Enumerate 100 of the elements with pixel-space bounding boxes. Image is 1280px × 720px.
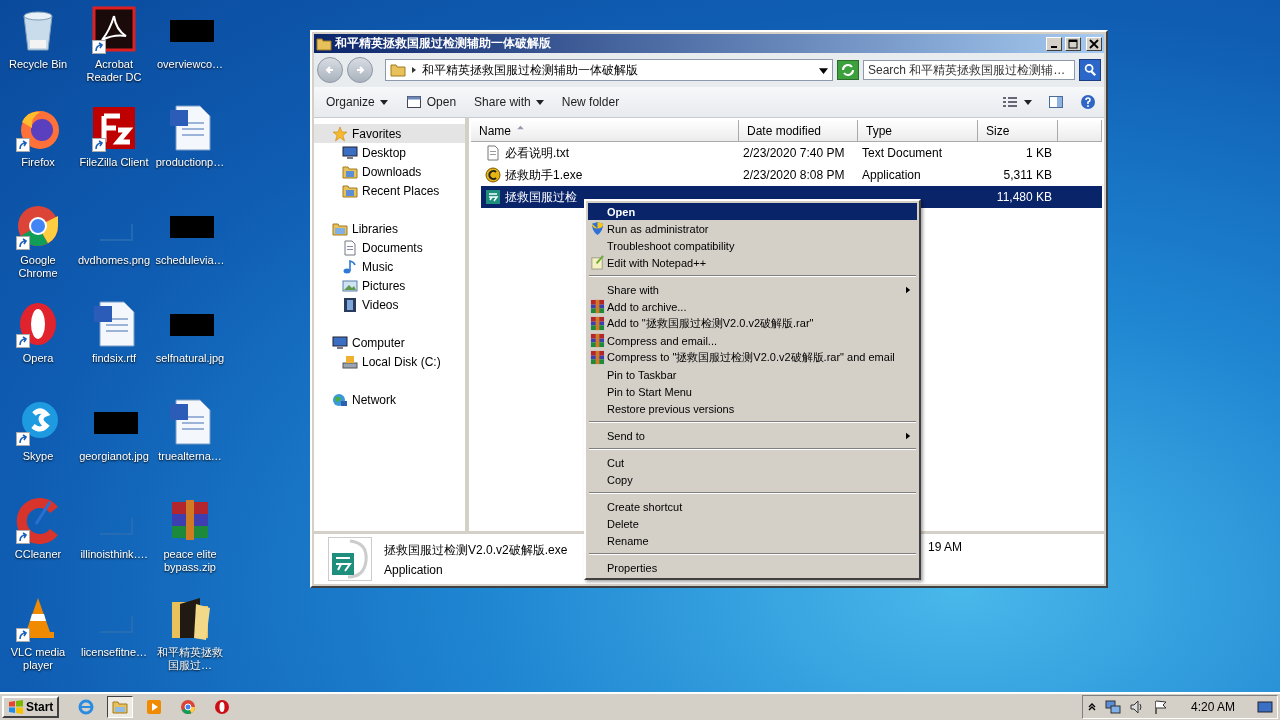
desktop-icon-label[interactable]: Skype [22, 450, 54, 463]
column-header[interactable]: Size [978, 120, 1058, 142]
desktop-icon-label[interactable]: VLC media player [0, 646, 76, 672]
forward-button[interactable] [347, 57, 373, 83]
sort-arrow-icon [517, 125, 524, 130]
back-button[interactable] [317, 57, 343, 83]
desktop-icon-label[interactable]: selfnatural.jpg [155, 352, 225, 365]
nav-item[interactable]: Documents [314, 238, 465, 257]
menu-item[interactable]: Run as administrator [588, 220, 917, 237]
menu-item[interactable]: Create shortcut [588, 498, 917, 515]
desktop-icon-label[interactable]: licensefitne… [80, 646, 147, 659]
nav-item[interactable]: Desktop [314, 143, 465, 162]
file-row[interactable]: 必看说明.txt 2/23/2020 7:40 PM Text Document 1 KB [481, 142, 1102, 164]
speaker-icon[interactable] [1128, 699, 1145, 715]
app-tile-icon[interactable] [90, 104, 138, 152]
desktop-icon-label[interactable]: georgianot.jpg [79, 450, 149, 463]
toolbar-button[interactable]: Organize [320, 92, 394, 112]
maximize-icon [1068, 38, 1078, 49]
desktop-icon-label[interactable]: Opera [22, 352, 54, 365]
address-bar[interactable]: 和平精英拯救国服过检测辅助一体破解版 [385, 59, 833, 81]
desktop-icon-label[interactable]: truealterna… [158, 450, 222, 463]
browser-icon [180, 699, 197, 715]
nav-item[interactable]: Pictures [314, 276, 465, 295]
menu-item[interactable]: Properties [588, 559, 917, 576]
help-icon[interactable] [1080, 94, 1096, 110]
menu-item[interactable]: Pin to Taskbar [588, 366, 917, 383]
desktop-icon-label[interactable]: FileZilla Client [79, 156, 149, 169]
menu-item[interactable]: Rename [588, 532, 917, 549]
desktop-icon-label[interactable]: Acrobat Reader DC [76, 58, 152, 84]
maximize-button[interactable] [1065, 36, 1081, 51]
menu-item[interactable]: Copy [588, 471, 917, 488]
file-name: 拯救国服过检测V2.0.v2破解版.exe [384, 541, 568, 559]
menu-item[interactable]: Compress and email... [588, 332, 917, 349]
clock[interactable]: 4:20 AM [1190, 700, 1235, 714]
caret-icon [410, 66, 418, 74]
menu-item[interactable]: Cut [588, 454, 917, 471]
desktop-icon-label[interactable]: schedulevia… [155, 254, 225, 267]
taskbar-app-button[interactable] [107, 696, 134, 718]
toolbar-button[interactable]: Share with [468, 92, 550, 112]
menu-item[interactable]: Pin to Start Menu [588, 383, 917, 400]
menu-item[interactable]: Edit with Notepad++ [588, 254, 917, 271]
menu-item[interactable]: Send to [588, 427, 917, 444]
app-icon [328, 537, 372, 581]
column-header[interactable]: Type [858, 120, 978, 142]
file-type: Application [384, 562, 443, 577]
folder-icon [316, 35, 332, 52]
menu-item[interactable]: Add to "拯救国服过检测V2.0.v2破解版.rar" [588, 315, 917, 332]
list-view-icon[interactable] [1002, 94, 1018, 110]
toolbar-button[interactable]: Open [399, 91, 463, 113]
preview-pane-icon[interactable] [1048, 94, 1064, 110]
music-note-icon [342, 258, 358, 275]
file-row[interactable]: 拯救助手1.exe 2/23/2020 8:08 PM Application 5,311 KB [481, 164, 1102, 186]
column-header[interactable]: Name [471, 120, 739, 142]
menu-item[interactable]: Share with [588, 281, 917, 298]
desktop-icon-label[interactable]: CCleaner [14, 548, 62, 561]
nav-item[interactable]: Videos [314, 295, 465, 314]
desktop-icon-label[interactable]: Recycle Bin [8, 58, 68, 71]
close-button[interactable] [1086, 36, 1102, 51]
pdf-icon[interactable] [90, 6, 138, 54]
menu-item[interactable]: Troubleshoot compatibility [588, 237, 917, 254]
back-arrow-icon [324, 64, 336, 76]
nav-item[interactable]: Recent Places [314, 181, 465, 200]
menu-item[interactable]: Restore previous versions [588, 400, 917, 417]
menu-item[interactable]: Open [588, 203, 917, 220]
table-cell: 2/23/2020 7:40 PM [743, 146, 845, 160]
desktop-icon-label[interactable]: Google Chrome [0, 254, 76, 280]
desktop-icon-label[interactable]: Firefox [21, 156, 55, 169]
desktop-icon-label[interactable]: peace elite bypass.zip [152, 548, 228, 574]
column-header[interactable]: Date modified [739, 120, 858, 142]
toolbar-button[interactable]: New folder [555, 92, 626, 112]
table-cell: 1 KB [1026, 146, 1052, 160]
menu-item[interactable]: Add to archive... [588, 298, 917, 315]
caret-icon[interactable] [1024, 98, 1032, 106]
search-field[interactable]: Search 和平精英拯救国服过检测辅… [863, 60, 1075, 80]
menu-item[interactable]: Compress to "拯救国服过检测V2.0.v2破解版.rar" and email [588, 349, 917, 366]
desktop-icon-label[interactable]: overviewco… [157, 58, 223, 71]
nav-item[interactable]: Music [314, 257, 465, 276]
desktop-icon-label[interactable]: findsix.rtf [92, 352, 136, 365]
nav-item[interactable]: Libraries [314, 219, 465, 238]
refresh-button[interactable] [837, 60, 859, 80]
menu-item[interactable]: Delete [588, 515, 917, 532]
nav-item[interactable]: Network [314, 390, 465, 409]
nav-item[interactable]: Computer [314, 333, 465, 352]
desktop-icon-label[interactable]: productionp… [155, 156, 225, 169]
window-icon [405, 94, 422, 110]
coin-icon [485, 167, 501, 183]
flag-icon[interactable] [1152, 699, 1169, 715]
desktop-icon-label[interactable]: 和平精英拯救国服过… [152, 646, 228, 672]
desktop-icon-label[interactable]: illinoisthink…. [80, 548, 148, 561]
start-button[interactable]: Start [2, 696, 60, 718]
desktop-icon-label[interactable]: dvdhomes.png [77, 254, 151, 267]
nav-item[interactable]: Downloads [314, 162, 465, 181]
nav-item[interactable]: Favorites [314, 124, 465, 143]
minimize-button[interactable] [1046, 36, 1062, 51]
show-desktop-icon[interactable] [1257, 699, 1273, 715]
nav-item[interactable]: Local Disk (C:) [314, 352, 465, 371]
network-icon[interactable] [1104, 699, 1121, 715]
chevron-up-icon[interactable] [1086, 702, 1097, 712]
search-button[interactable] [1079, 59, 1101, 81]
windows-logo-icon [8, 699, 24, 715]
